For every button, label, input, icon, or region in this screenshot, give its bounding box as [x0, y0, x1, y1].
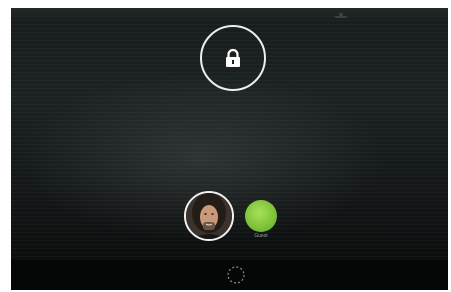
boat-icon	[334, 13, 348, 18]
user-avatar-button[interactable]	[184, 191, 234, 241]
loading-spinner-icon	[227, 266, 245, 284]
guest-user-button[interactable]	[245, 200, 277, 232]
tablet-screen: Guest	[11, 8, 448, 290]
guest-label: Guest	[254, 233, 268, 239]
wallpaper-horizon	[11, 8, 448, 22]
user-avatar-photo	[186, 193, 232, 239]
lock-icon	[226, 48, 240, 67]
unlock-button[interactable]	[200, 25, 266, 91]
